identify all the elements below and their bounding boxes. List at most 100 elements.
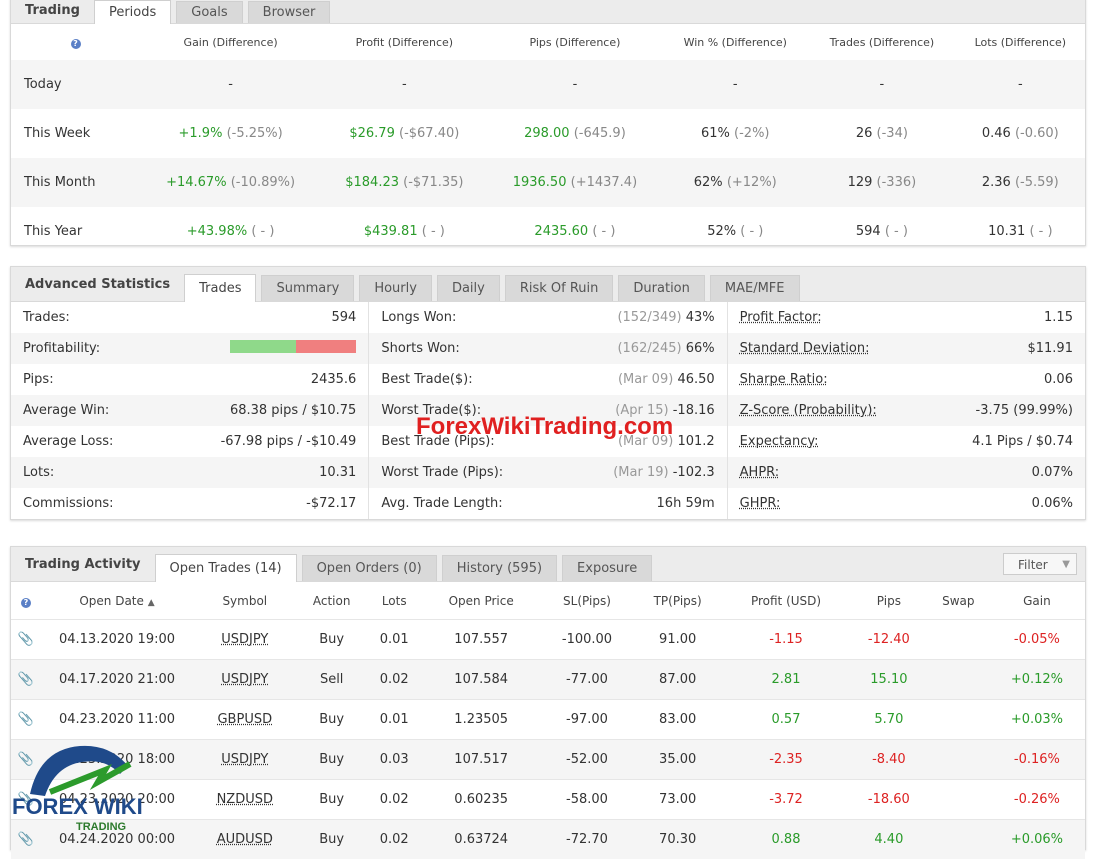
cell-swap [928,620,989,660]
cell-symbol[interactable]: GBPUSD [193,700,297,740]
stat-label: Pips: [23,372,54,387]
column-header[interactable]: Action [297,582,367,620]
stat-value-group: 0.07% [1032,465,1073,480]
stat-value: -102.3 [673,465,715,480]
table-cell: - [321,60,487,109]
column-header[interactable]: Open Price [422,582,541,620]
stats-column-general: Trades:594Profitability:Pips:2435.6Avera… [11,302,369,519]
column-header[interactable]: Swap [928,582,989,620]
table-cell: 1936.50 (+1437.4) [488,158,663,207]
filter-dropdown[interactable]: Filter ▼ [1003,553,1077,575]
table-row[interactable]: 📎04.23.2020 11:00GBPUSDBuy0.011.23505-97… [11,700,1085,740]
stat-label[interactable]: Sharpe Ratio: [740,372,828,387]
cell-gain: +0.06% [989,820,1085,859]
column-header[interactable]: Gain [989,582,1085,620]
cell-lots: 0.02 [367,660,422,700]
cell-symbol[interactable]: USDJPY [193,660,297,700]
table-cell: $26.79 (-$67.40) [321,109,487,158]
cell-profit: -3.72 [722,780,850,820]
stat-label[interactable]: GHPR: [740,496,781,511]
stat-label: Longs Won: [381,310,456,325]
stat-label[interactable]: Profit Factor: [740,310,822,325]
tab-duration[interactable]: Duration [618,275,704,301]
cell-value: 298.00 [524,126,570,141]
tab-open-trades[interactable]: Open Trades (14) [155,554,297,582]
stat-row: Trades:594 [11,302,368,333]
cell-pips: 4.40 [850,820,928,859]
stat-value-group: 0.06% [1032,496,1073,511]
table-row[interactable]: 📎04.23.2020 18:00USDJPYBuy0.03107.517-52… [11,740,1085,780]
tab-history[interactable]: History (595) [442,555,557,581]
panel-title: Advanced Statistics [11,277,184,301]
cell-price: 0.60235 [422,780,541,820]
stat-row: AHPR: 0.07% [728,457,1085,488]
cell-symbol[interactable]: AUDUSD [193,820,297,859]
stat-note: (Mar 09) [618,372,673,387]
cell-price: 107.557 [422,620,541,660]
stat-value-group: 1.15 [1044,310,1073,325]
advanced-tabbar: Advanced Statistics Trades Summary Hourl… [11,267,1085,302]
paperclip-icon[interactable]: 📎 [11,660,41,700]
tab-browser[interactable]: Browser [248,1,331,23]
help-icon[interactable]: ? [21,598,31,608]
cell-gain: +0.03% [989,700,1085,740]
table-header-row: ? Gain (Difference) Profit (Difference) … [11,24,1085,60]
tab-trades[interactable]: Trades [184,274,256,302]
tab-goals[interactable]: Goals [176,1,242,23]
cell-value: 129 [848,175,873,190]
cell-lots: 0.02 [367,820,422,859]
table-row[interactable]: 📎04.23.2020 20:00NZDUSDBuy0.020.60235-58… [11,780,1085,820]
stat-label[interactable]: Expectancy: [740,434,819,449]
cell-symbol[interactable]: USDJPY [193,620,297,660]
tab-open-orders[interactable]: Open Orders (0) [302,555,437,581]
column-header[interactable]: Profit (USD) [722,582,850,620]
column-header: Gain (Difference) [140,24,321,60]
stat-label: Commissions: [23,496,113,511]
tab-periods[interactable]: Periods [94,0,171,24]
row-label: This Year [11,207,140,256]
column-header[interactable]: SL(Pips) [541,582,634,620]
stat-row: Longs Won:(152/349) 43% [369,302,726,333]
cell-difference: (+12%) [727,175,777,190]
paperclip-icon[interactable]: 📎 [11,620,41,660]
cell-symbol[interactable]: NZDUSD [193,780,297,820]
column-header-open-date[interactable]: Open Date ▲ [41,582,193,620]
stat-value-group: (Mar 19) -102.3 [613,465,714,480]
stat-label[interactable]: Z-Score (Probability): [740,403,877,418]
column-header[interactable]: Lots [367,582,422,620]
tab-summary[interactable]: Summary [261,275,354,301]
table-cell: 2.36 (-5.59) [956,158,1085,207]
stat-value: 0.06 [1044,372,1073,387]
periods-table: ? Gain (Difference) Profit (Difference) … [11,24,1085,256]
tab-risk-of-ruin[interactable]: Risk Of Ruin [505,275,614,301]
forexwiki-logo: FOREX WIKI TRADING [10,734,170,838]
stat-value-group: 68.38 pips / $10.75 [230,403,356,418]
help-icon[interactable]: ? [71,39,81,49]
cell-symbol[interactable]: USDJPY [193,740,297,780]
stat-label: Average Loss: [23,434,113,449]
cell-pips: -12.40 [850,620,928,660]
stat-row: GHPR: 0.06% [728,488,1085,519]
column-header[interactable]: Pips [850,582,928,620]
tab-exposure[interactable]: Exposure [562,555,652,581]
table-cell: 298.00 (-645.9) [488,109,663,158]
tab-hourly[interactable]: Hourly [359,275,432,301]
table-cell: $184.23 (-$71.35) [321,158,487,207]
table-row[interactable]: 📎04.24.2020 00:00AUDUSDBuy0.020.63724-72… [11,820,1085,859]
column-header[interactable]: TP(Pips) [633,582,722,620]
cell-price: 107.517 [422,740,541,780]
table-row[interactable]: 📎04.13.2020 19:00USDJPYBuy0.01107.557-10… [11,620,1085,660]
table-row[interactable]: 📎04.17.2020 21:00USDJPYSell0.02107.584-7… [11,660,1085,700]
stat-label[interactable]: AHPR: [740,465,780,480]
cell-action: Buy [297,820,367,859]
stat-value-group: -$72.17 [306,496,356,511]
stat-value-group: 4.1 Pips / $0.74 [972,434,1073,449]
tab-daily[interactable]: Daily [437,275,500,301]
table-cell: 62% (+12%) [662,158,808,207]
cell-sl: -97.00 [541,700,634,740]
column-header[interactable]: Symbol [193,582,297,620]
table-cell: 594 ( - ) [808,207,955,256]
cell-pips: 5.70 [850,700,928,740]
tab-mae-mfe[interactable]: MAE/MFE [710,275,800,301]
stat-label[interactable]: Standard Deviation: [740,341,870,356]
